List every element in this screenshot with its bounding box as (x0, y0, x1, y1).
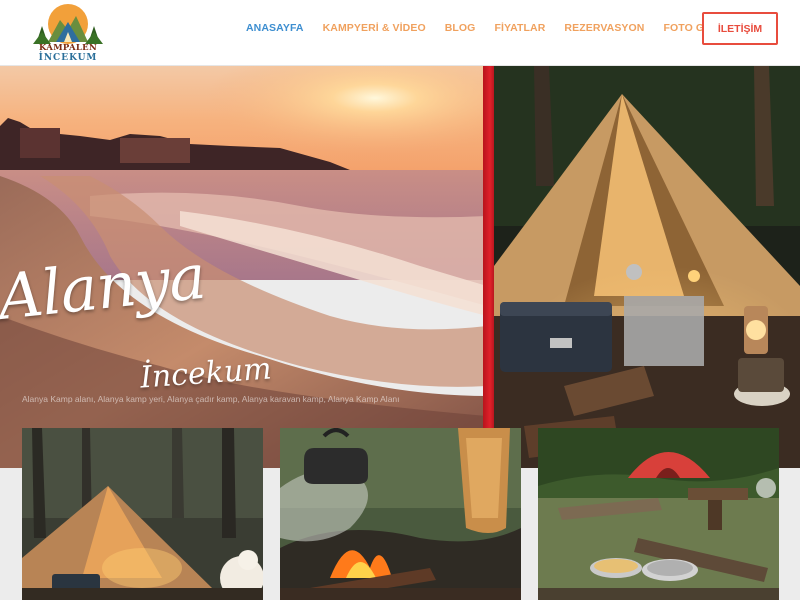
hero-caption: Alanya Kamp alanı, Alanya kamp yeri, Ala… (22, 394, 400, 404)
site-logo[interactable]: KAMPALEN İNCEKUM (30, 2, 106, 64)
contact-button[interactable]: İLETİŞİM (702, 12, 778, 45)
gallery-card[interactable] (22, 428, 263, 600)
main-nav: ANASAYFA KAMPYERİ & VİDEO BLOG FİYATLAR … (246, 22, 755, 36)
nav-item-blog[interactable]: BLOG (445, 22, 476, 36)
campfire-photo-icon (280, 428, 521, 600)
logo-line-1: KAMPALEN (38, 43, 98, 53)
nav-item-home[interactable]: ANASAYFA (246, 22, 304, 36)
site-header: KAMPALEN İNCEKUM ANASAYFA KAMPYERİ & VİD… (0, 0, 800, 66)
forest-camp-photo-icon (538, 428, 779, 600)
photo-gallery (0, 428, 800, 600)
logo-mountain-icon (33, 4, 103, 44)
hero-banner: Alanya İncekum Alanya Kamp alanı, Alanya… (0, 66, 800, 468)
gallery-card[interactable] (538, 428, 779, 600)
tent-photo-icon (22, 428, 263, 600)
nav-item-prices[interactable]: FİYATLAR (494, 22, 545, 36)
logo-line-2: İNCEKUM (38, 53, 98, 63)
nav-item-reservation[interactable]: REZERVASYON (564, 22, 644, 36)
nav-item-campsite-video[interactable]: KAMPYERİ & VİDEO (323, 22, 426, 36)
tent-night-photo (494, 66, 800, 468)
gallery-card[interactable] (280, 428, 521, 600)
beach-sunset-photo: Alanya İncekum Alanya Kamp alanı, Alanya… (0, 66, 487, 468)
